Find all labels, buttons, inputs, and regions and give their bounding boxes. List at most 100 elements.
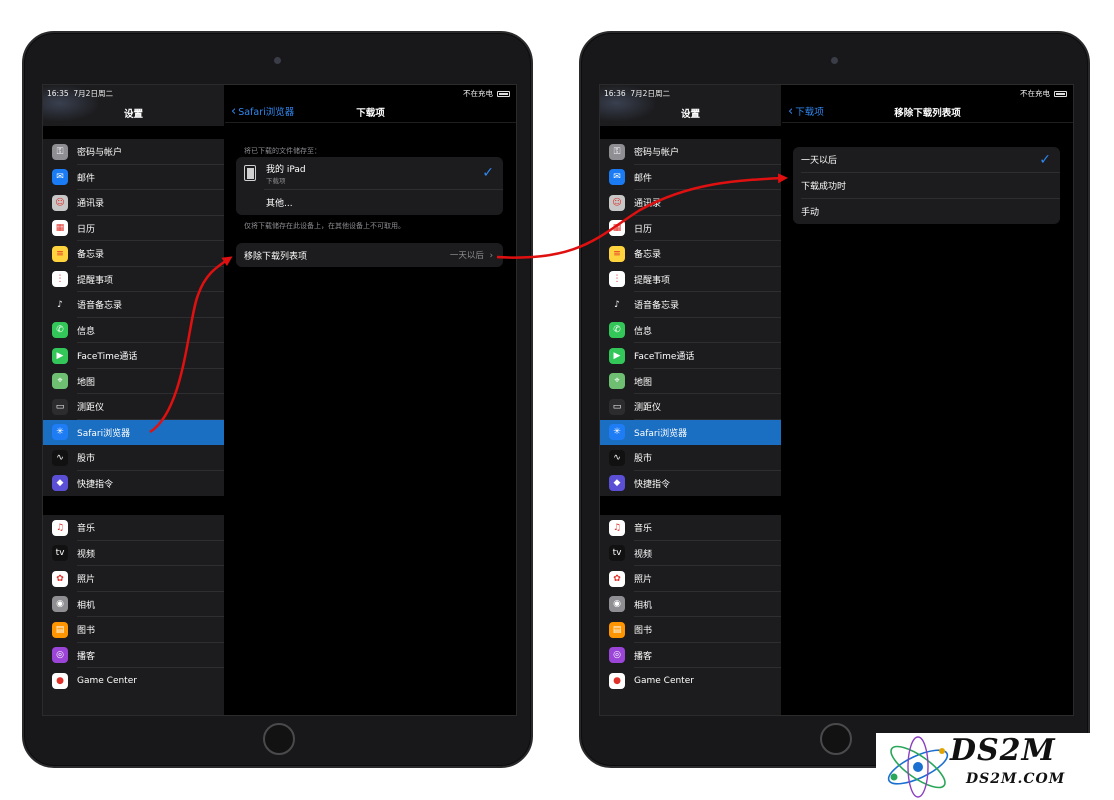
sidebar-title: 设置 bbox=[123, 109, 143, 120]
sidebar-item[interactable]: ✉ 邮件 bbox=[43, 165, 224, 191]
tv-icon: tv bbox=[52, 545, 68, 562]
watermark-subtitle: DS2M.COM bbox=[966, 771, 1066, 787]
sidebar-item-label: 相机 bbox=[77, 600, 96, 611]
sidebar-item-label: 音乐 bbox=[77, 524, 96, 535]
music-icon: ♫ bbox=[609, 519, 625, 536]
front-camera bbox=[831, 57, 838, 64]
game-center-icon: ● bbox=[52, 672, 68, 689]
sidebar-item[interactable]: ⚿ 密码与帐户 bbox=[600, 139, 781, 165]
sidebar-item[interactable]: ⋮ 提醒事项 bbox=[600, 267, 781, 293]
home-button[interactable] bbox=[820, 723, 852, 755]
sidebar-item[interactable]: ∿ 股市 bbox=[43, 445, 224, 471]
sidebar-item-label: 播客 bbox=[634, 651, 653, 662]
sidebar-item[interactable]: ✆ 信息 bbox=[600, 318, 781, 344]
sidebar-group-apps: ⚿ 密码与帐户 ✉ 邮件 ☺ 通讯录 ▦ 日历 ≡ 备忘录 ⋮ 提醒事项 ♪ 语音备忘录 ✆ 信息 ▶ FaceT… bbox=[600, 139, 781, 496]
sidebar-item-label: Game Center bbox=[77, 675, 137, 686]
sidebar-item-label: 密码与帐户 bbox=[77, 148, 123, 159]
sidebar-item-label: 股市 bbox=[77, 454, 96, 465]
my-ipad-row[interactable]: 我的 iPad 下载项 ✓ bbox=[236, 157, 503, 189]
sidebar-item[interactable]: ◆ 快捷指令 bbox=[43, 471, 224, 497]
settings-sidebar: 设置 ⚿ 密码与帐户 ✉ 邮件 ☺ 通讯录 ▦ 日历 ≡ 备忘录 ⋮ 提醒事项 ♪ 语音备忘录 ✆ 信息 ▶ Fa… bbox=[600, 85, 781, 715]
sidebar-item[interactable]: ⚿ 密码与帐户 bbox=[43, 139, 224, 165]
sidebar-item[interactable]: ▤ 图书 bbox=[600, 617, 781, 643]
other-row[interactable]: 其他... bbox=[236, 190, 503, 215]
sidebar-item[interactable]: ✿ 照片 bbox=[43, 566, 224, 592]
sidebar-item[interactable]: ≡ 备忘录 bbox=[600, 241, 781, 267]
remove-downloads-row[interactable]: 移除下载列表项 一天以后 › bbox=[236, 243, 503, 267]
ipad-device-right: 16:36 7月2日周二 不在充电 设置 ⚿ 密码与帐户 ✉ 邮件 ☺ 通讯录 ▦ 日历 ≡ 备忘… bbox=[579, 31, 1090, 768]
sidebar-item[interactable]: ▶ FaceTime通话 bbox=[43, 343, 224, 369]
sidebar-item[interactable]: ▭ 测距仪 bbox=[600, 394, 781, 420]
sidebar-item[interactable]: ◎ 播客 bbox=[600, 643, 781, 669]
sidebar-item[interactable]: ◎ 播客 bbox=[43, 643, 224, 669]
sidebar-item[interactable]: ◉ 相机 bbox=[43, 592, 224, 618]
mail-icon: ✉ bbox=[52, 169, 68, 186]
settings-sidebar: 设置 ⚿ 密码与帐户 ✉ 邮件 ☺ 通讯录 ▦ 日历 ≡ 备忘录 ⋮ 提醒事项 ♪ 语音备忘录 ✆ 信息 ▶ Fa… bbox=[43, 85, 224, 715]
my-ipad-label: 我的 iPad bbox=[266, 164, 306, 175]
sidebar-item[interactable]: ♫ 音乐 bbox=[43, 515, 224, 541]
sidebar-item[interactable]: ● Game Center bbox=[43, 668, 224, 694]
sidebar-item[interactable]: ✳ Safari浏览器 bbox=[43, 419, 224, 445]
podcasts-icon: ◎ bbox=[609, 647, 625, 664]
sidebar-item[interactable]: ✉ 邮件 bbox=[600, 165, 781, 191]
sidebar-item[interactable]: ♪ 语音备忘录 bbox=[43, 292, 224, 318]
sidebar-item[interactable]: ♫ 音乐 bbox=[600, 515, 781, 541]
front-camera bbox=[274, 57, 281, 64]
sidebar-item[interactable]: ♪ 语音备忘录 bbox=[600, 292, 781, 318]
sidebar-item[interactable]: ▦ 日历 bbox=[600, 216, 781, 242]
sidebar-item[interactable]: ◆ 快捷指令 bbox=[600, 471, 781, 497]
option-label: 一天以后 bbox=[801, 156, 838, 166]
reminders-icon: ⋮ bbox=[52, 271, 68, 288]
nav-bar: ‹ 下载项 移除下载列表项 bbox=[782, 101, 1073, 123]
sidebar-item-label: 邮件 bbox=[634, 173, 653, 184]
sidebar-item[interactable]: tv 视频 bbox=[600, 541, 781, 567]
sidebar-item[interactable]: ⋮ 提醒事项 bbox=[43, 267, 224, 293]
remove-options-card: 一天以后 ✓ 下载成功时 手动 bbox=[793, 147, 1060, 224]
key-icon: ⚿ bbox=[609, 143, 625, 160]
voice-memos-icon: ♪ bbox=[609, 296, 625, 313]
sidebar-item-label: Game Center bbox=[634, 675, 694, 686]
maps-icon: ⌖ bbox=[609, 373, 625, 390]
sidebar-group-media: ♫ 音乐 tv 视频 ✿ 照片 ◉ 相机 ▤ 图书 ◎ 播客 ● Game Center bbox=[43, 515, 224, 694]
sidebar-item[interactable]: ◉ 相机 bbox=[600, 592, 781, 618]
sidebar-item[interactable]: ≡ 备忘录 bbox=[43, 241, 224, 267]
home-button[interactable] bbox=[263, 723, 295, 755]
sidebar-item[interactable]: ∿ 股市 bbox=[600, 445, 781, 471]
sidebar-item[interactable]: ☺ 通讯录 bbox=[43, 190, 224, 216]
sidebar-item-label: 快捷指令 bbox=[77, 479, 114, 490]
tv-icon: tv bbox=[609, 545, 625, 562]
measure-icon: ▭ bbox=[609, 398, 625, 415]
sidebar-item[interactable]: ● Game Center bbox=[600, 668, 781, 694]
sidebar-item[interactable]: ✿ 照片 bbox=[600, 566, 781, 592]
storage-card: 我的 iPad 下载项 ✓ 其他... bbox=[236, 157, 503, 215]
watermark-title: DS2M bbox=[950, 733, 1056, 768]
sidebar-item[interactable]: ▭ 测距仪 bbox=[43, 394, 224, 420]
sidebar-item-label: 日历 bbox=[634, 224, 653, 235]
sidebar-item[interactable]: ⌖ 地图 bbox=[600, 369, 781, 395]
key-icon: ⚿ bbox=[52, 143, 68, 160]
ipad-screen-left: 16:35 7月2日周二 不在充电 设置 ⚿ 密码与帐户 ✉ 邮件 ☺ 通讯录 ▦ 日历 ≡ 备忘… bbox=[42, 84, 517, 716]
sidebar-item-label: 地图 bbox=[634, 377, 653, 388]
books-icon: ▤ bbox=[609, 621, 625, 638]
sidebar-item[interactable]: ▤ 图书 bbox=[43, 617, 224, 643]
my-ipad-sublabel: 下载项 bbox=[266, 176, 286, 185]
sidebar-item[interactable]: ▶ FaceTime通话 bbox=[600, 343, 781, 369]
sidebar-item[interactable]: ✆ 信息 bbox=[43, 318, 224, 344]
calendar-icon: ▦ bbox=[52, 220, 68, 237]
contacts-icon: ☺ bbox=[609, 194, 625, 211]
stocks-icon: ∿ bbox=[609, 449, 625, 466]
option-row[interactable]: 下载成功时 bbox=[793, 173, 1060, 198]
status-time: 16:35 bbox=[47, 89, 69, 98]
podcasts-icon: ◎ bbox=[52, 647, 68, 664]
sidebar-item-label: 通讯录 bbox=[77, 199, 105, 210]
sidebar-item[interactable]: ☺ 通讯录 bbox=[600, 190, 781, 216]
contacts-icon: ☺ bbox=[52, 194, 68, 211]
maps-icon: ⌖ bbox=[52, 373, 68, 390]
sidebar-item[interactable]: ⌖ 地图 bbox=[43, 369, 224, 395]
option-row[interactable]: 手动 bbox=[793, 199, 1060, 224]
sidebar-item[interactable]: ▦ 日历 bbox=[43, 216, 224, 242]
sidebar-item[interactable]: ✳ Safari浏览器 bbox=[600, 419, 781, 445]
option-row[interactable]: 一天以后 ✓ bbox=[793, 147, 1060, 172]
sidebar-item-label: Safari浏览器 bbox=[77, 428, 131, 439]
sidebar-item[interactable]: tv 视频 bbox=[43, 541, 224, 567]
